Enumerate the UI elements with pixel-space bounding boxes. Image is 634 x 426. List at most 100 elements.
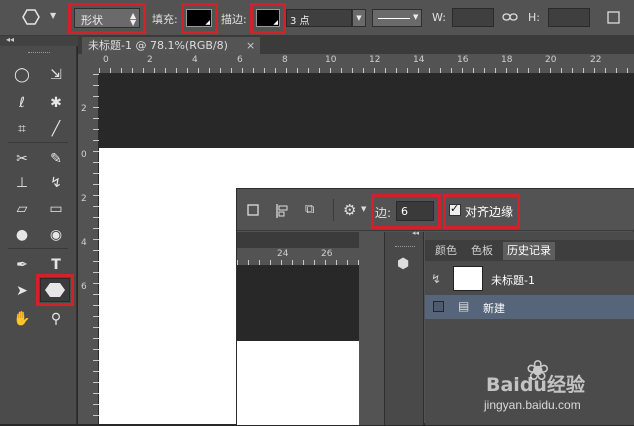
tab-history[interactable]: 历史记录 bbox=[503, 242, 555, 260]
history-item-label: 新建 bbox=[483, 302, 505, 315]
collapse-icon[interactable]: ◂◂ bbox=[6, 35, 14, 44]
stroke-width-value: 3 点 bbox=[290, 16, 310, 27]
document-tab-title: 未标题-1 @ 78.1%(RGB/8) bbox=[88, 39, 228, 52]
options-bar: ▼ 形状 ▲ ▼ 填充: ◢ 描边: ◢ 3 点 ▼ ▼ W: H: bbox=[0, 0, 634, 36]
ruler-label: 10 bbox=[325, 55, 337, 65]
panel-grip[interactable] bbox=[28, 52, 50, 54]
align-edges-label: 对齐边缘 bbox=[465, 205, 514, 219]
watermark-brand: Baidu经验 bbox=[486, 374, 585, 396]
sides-label: 边: bbox=[375, 206, 392, 220]
height-field[interactable] bbox=[548, 8, 590, 27]
preset-dropdown-arrow-icon[interactable]: ▼ bbox=[50, 11, 56, 20]
gear-icon[interactable]: ⚙ bbox=[343, 201, 356, 219]
ruler-label: 12 bbox=[369, 55, 381, 65]
stroke-swatch[interactable]: ◢ bbox=[256, 9, 280, 27]
stroke-type-dropdown[interactable]: ▼ bbox=[372, 9, 422, 27]
ruler-label: 16 bbox=[457, 55, 469, 65]
polygon-tool-preset-icon[interactable] bbox=[22, 9, 40, 25]
tools-panel: ◯ ⇲ ℓ ✱ ⌗ ╱ ✂ ✎ ⊥ ↯ ▱ ▭ ● ◉ ✒ T ➤ ✋ ⚲ bbox=[0, 46, 77, 424]
ruler-corner bbox=[78, 54, 99, 74]
brush-tool-icon[interactable]: ✎ bbox=[42, 148, 70, 170]
corner-arrow-icon: ◢ bbox=[273, 19, 278, 26]
ruler-label: 8 bbox=[282, 55, 288, 65]
gradient-tool-icon[interactable]: ▭ bbox=[42, 198, 70, 220]
stroke-width-dropdown[interactable]: ▼ bbox=[352, 9, 366, 27]
ruler-label: 6 bbox=[237, 55, 243, 65]
mode-dropdown[interactable]: 形状 ▲ ▼ bbox=[74, 8, 140, 28]
type-tool-icon[interactable]: T bbox=[42, 254, 70, 276]
mode-label: 形状 bbox=[81, 14, 103, 27]
path-alignment-icon[interactable] bbox=[275, 203, 291, 219]
hand-tool-icon[interactable]: ✋ bbox=[8, 308, 36, 330]
ruler-label: 4 bbox=[192, 55, 198, 65]
ruler-label: 14 bbox=[413, 55, 425, 65]
ruler-label: 18 bbox=[501, 55, 513, 65]
fill-label: 填充: bbox=[152, 13, 178, 26]
stroke-line-icon bbox=[378, 18, 410, 19]
sides-field[interactable]: 6 bbox=[396, 201, 434, 221]
collapsed-panel-strip: ◂◂ ⬢ bbox=[384, 229, 424, 425]
fill-swatch[interactable]: ◢ bbox=[186, 9, 212, 27]
lasso-tool-icon[interactable]: ℓ bbox=[8, 92, 36, 114]
history-brush-source-icon[interactable]: ↯ bbox=[431, 272, 441, 286]
snapshot-label: 未标题-1 bbox=[491, 274, 535, 287]
top-ruler: 0 2 4 6 8 10 12 14 16 18 20 22 bbox=[99, 54, 634, 74]
panel-grip[interactable] bbox=[395, 246, 415, 248]
eyedropper-icon[interactable]: ╱ bbox=[42, 118, 70, 140]
polygon-tool-icon[interactable] bbox=[40, 278, 70, 302]
path-selection-icon[interactable]: ➤ bbox=[8, 280, 36, 302]
document-tab[interactable]: 未标题-1 @ 78.1%(RGB/8) × bbox=[82, 37, 260, 55]
history-checkbox[interactable] bbox=[433, 301, 444, 312]
inset-options-bar: ⧉ ⚙ ▼ 边: 6 ✓ 对齐边缘 bbox=[237, 189, 634, 231]
dropdown-arrow-icon[interactable]: ▼ bbox=[361, 205, 366, 213]
ruler-label: 2 bbox=[81, 104, 87, 114]
ruler-label: 2 bbox=[147, 55, 153, 65]
width-label: W: bbox=[432, 11, 446, 24]
3d-cube-icon[interactable]: ⬢ bbox=[397, 256, 409, 272]
ruler-label: 22 bbox=[590, 55, 602, 65]
ruler-label: 26 bbox=[321, 249, 333, 259]
zoom-tool-icon[interactable]: ⚲ bbox=[42, 308, 70, 330]
inset-document-canvas bbox=[237, 341, 364, 425]
clone-stamp-icon[interactable]: ⊥ bbox=[8, 172, 36, 194]
document-icon: ▤ bbox=[458, 299, 470, 313]
blur-tool-icon[interactable]: ● bbox=[8, 224, 36, 246]
watermark-url: jingyan.baidu.com bbox=[484, 398, 581, 412]
left-ruler: 2 0 2 4 6 bbox=[78, 74, 99, 424]
stroke-label: 描边: bbox=[221, 13, 247, 26]
checkmark-icon: ✓ bbox=[450, 202, 460, 215]
ruler-label: 0 bbox=[103, 55, 109, 65]
dodge-tool-icon[interactable]: ◉ bbox=[42, 224, 70, 246]
height-label: H: bbox=[528, 11, 540, 24]
sides-value: 6 bbox=[401, 205, 408, 218]
elliptical-marquee-icon[interactable]: ◯ bbox=[8, 64, 36, 86]
close-icon[interactable]: × bbox=[246, 37, 255, 54]
path-operations-icon[interactable] bbox=[247, 204, 261, 218]
move-tool-icon[interactable]: ⇲ bbox=[42, 64, 70, 86]
ruler-label: 6 bbox=[81, 282, 87, 292]
link-icon[interactable] bbox=[502, 10, 518, 24]
path-operations-icon[interactable] bbox=[606, 10, 622, 26]
watermark: ❀ Baidu经验 jingyan.baidu.com bbox=[484, 354, 630, 422]
inset-scroll-gap bbox=[359, 232, 384, 425]
history-item-row[interactable]: ▤ 新建 bbox=[425, 295, 634, 319]
updown-arrow-icon: ▲ ▼ bbox=[130, 11, 137, 27]
ruler-label: 2 bbox=[81, 194, 87, 204]
vertical-divider bbox=[333, 199, 334, 221]
ruler-label: 24 bbox=[277, 249, 289, 259]
inset-top-ruler: 24 26 bbox=[237, 248, 359, 266]
history-brush-icon[interactable]: ↯ bbox=[42, 172, 70, 194]
pen-tool-icon[interactable]: ✒ bbox=[8, 254, 36, 276]
collapse-icon[interactable]: ◂◂ bbox=[412, 229, 419, 237]
width-field[interactable] bbox=[452, 8, 494, 27]
path-arrangement-icon[interactable]: ⧉ bbox=[305, 202, 325, 220]
magic-wand-icon[interactable]: ✱ bbox=[42, 92, 70, 114]
crop-tool-icon[interactable]: ⌗ bbox=[8, 118, 36, 140]
tab-color[interactable]: 颜色 bbox=[431, 242, 461, 260]
history-snapshot-row[interactable]: ↯ 未标题-1 bbox=[425, 264, 634, 294]
align-edges-checkbox[interactable]: ✓ bbox=[449, 202, 461, 216]
tab-swatches[interactable]: 色板 bbox=[467, 242, 497, 260]
eraser-tool-icon[interactable]: ▱ bbox=[8, 198, 36, 220]
stroke-width-field[interactable]: 3 点 bbox=[286, 9, 352, 27]
healing-brush-icon[interactable]: ✂ bbox=[8, 148, 36, 170]
